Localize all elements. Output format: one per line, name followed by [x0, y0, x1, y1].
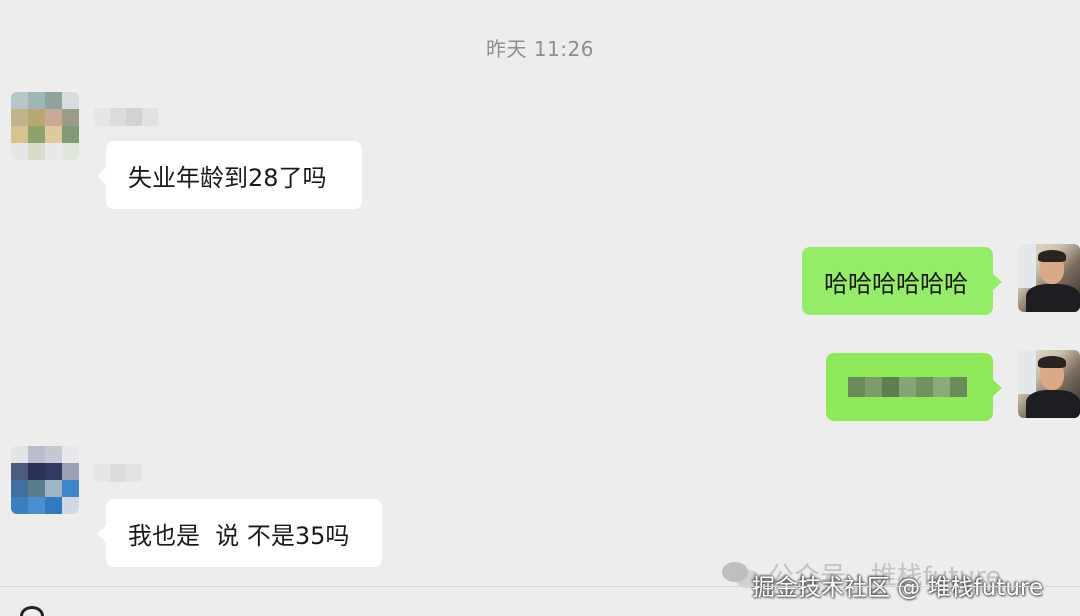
- message-bubble-outgoing-blurred[interactable]: [826, 353, 1002, 421]
- chat-timestamp: 昨天 11:26: [486, 37, 594, 61]
- voice-icon[interactable]: [20, 606, 44, 616]
- contact-avatar-blurred[interactable]: [11, 446, 79, 514]
- message-bubble-incoming[interactable]: 我也是 说 不是35吗: [97, 499, 382, 567]
- input-bar-divider: [0, 586, 1080, 587]
- self-avatar[interactable]: [1018, 350, 1080, 418]
- message-bubble-outgoing[interactable]: 哈哈哈哈哈哈: [802, 247, 1002, 315]
- message-text: 我也是 说 不是35吗: [128, 521, 350, 550]
- avatar-mosaic: [11, 446, 79, 514]
- avatar-mosaic: [11, 92, 79, 160]
- message-text: 失业年龄到28了吗: [128, 163, 327, 192]
- contact-avatar-blurred[interactable]: [11, 92, 79, 160]
- message-text: 哈哈哈哈哈哈: [824, 269, 968, 298]
- sender-name-blurred: [94, 464, 142, 482]
- self-avatar[interactable]: [1018, 244, 1080, 312]
- blurred-message-content: [848, 377, 967, 397]
- chat-screen: 昨天 11:26 失业年龄到28了吗 哈哈哈哈哈哈 我也是 说 不是35吗 公众…: [0, 0, 1080, 616]
- message-bubble-incoming[interactable]: 失业年龄到28了吗: [97, 141, 362, 209]
- watermark-juejin: 掘金技术社区 @ 堆栈future: [752, 575, 1043, 601]
- sender-name-blurred: [94, 108, 158, 126]
